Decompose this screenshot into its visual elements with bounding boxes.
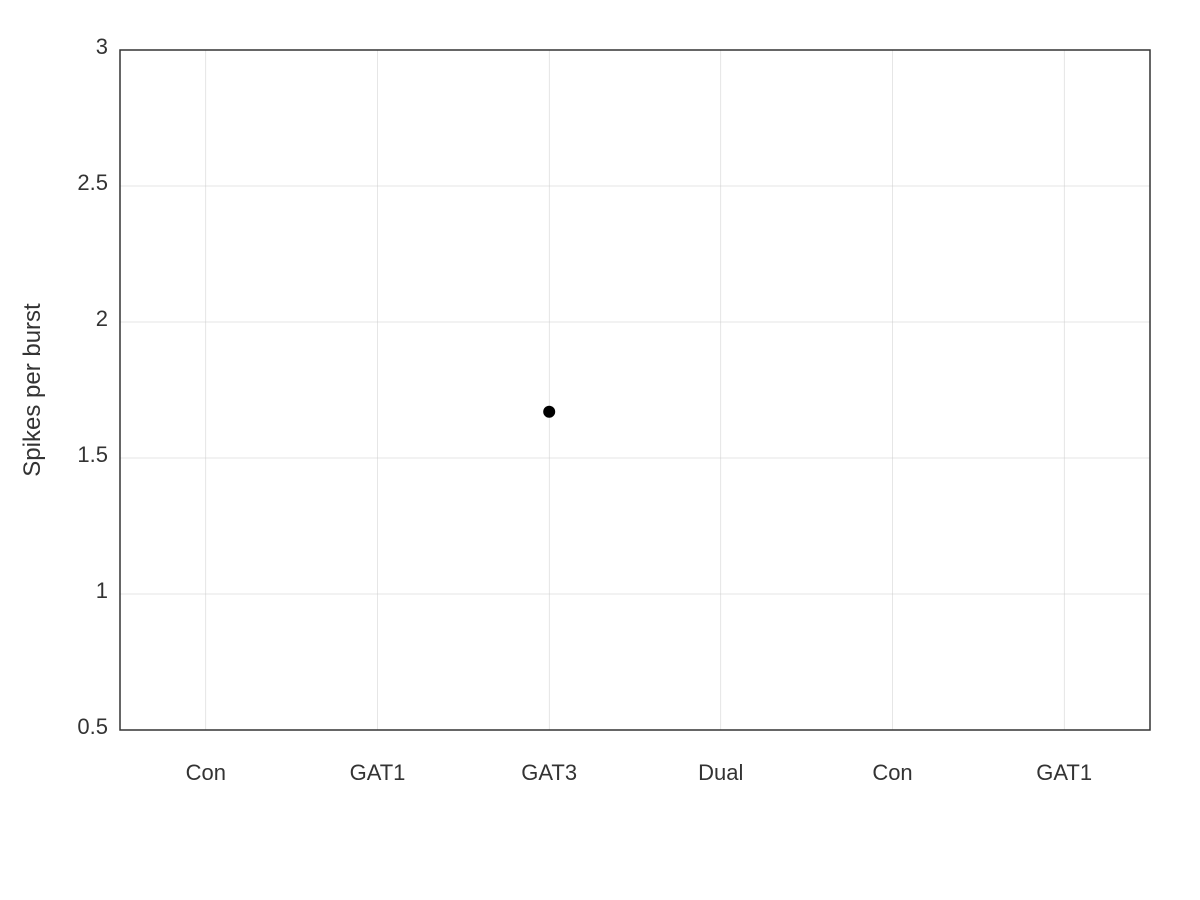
- ytick-05: 0.5: [77, 714, 108, 739]
- xtick-3: Dual: [698, 760, 743, 785]
- data-point-gat3: [543, 406, 555, 418]
- ytick-15: 1.5: [77, 442, 108, 467]
- ytick-30: 3: [96, 34, 108, 59]
- y-axis-label: Spikes per burst: [19, 303, 46, 477]
- xtick-0: Con: [186, 760, 226, 785]
- xtick-5: GAT1: [1036, 760, 1092, 785]
- xtick-4: Con: [872, 760, 912, 785]
- chart-container: 0.5 1 1.5 2 2.5 3 Spikes per burst Con G…: [0, 0, 1200, 900]
- plot-border: [120, 50, 1150, 730]
- xtick-2: GAT3: [521, 760, 577, 785]
- ytick-10: 1: [96, 578, 108, 603]
- ytick-20: 2: [96, 306, 108, 331]
- ytick-25: 2.5: [77, 170, 108, 195]
- xtick-1: GAT1: [350, 760, 406, 785]
